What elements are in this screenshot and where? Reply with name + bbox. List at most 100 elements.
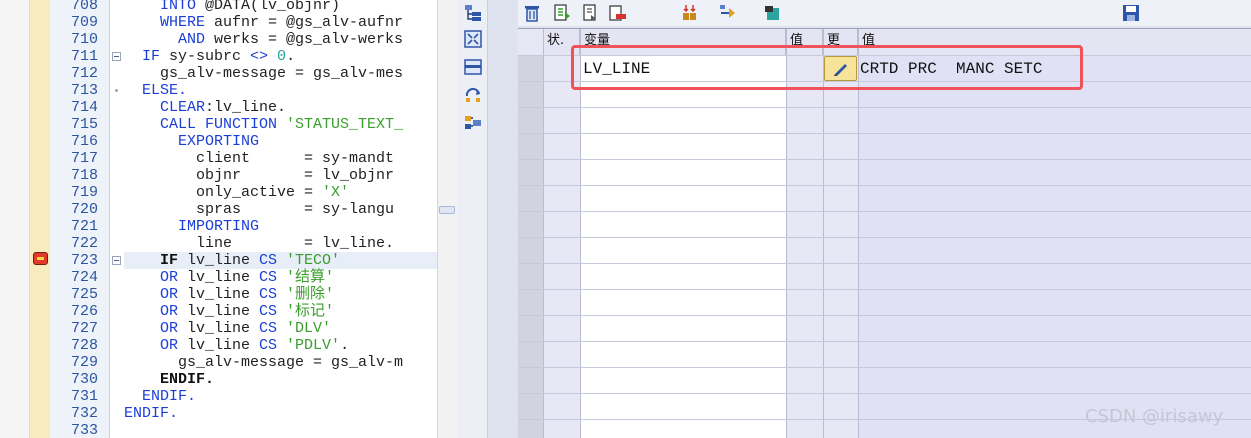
code-token: INTO <box>124 0 206 14</box>
code-token: lv_line <box>187 286 260 303</box>
code-line[interactable]: objnr = lv_objnr <box>124 167 394 184</box>
code-token: CLEAR <box>124 99 206 116</box>
code-line[interactable]: IF lv_line CS 'TECO' <box>124 252 340 269</box>
grid-row-divider <box>518 341 1251 342</box>
grid-row-divider <box>518 159 1251 160</box>
grid-row-divider <box>518 315 1251 316</box>
code-token: OR <box>124 337 188 354</box>
code-token: @DATA( <box>205 0 260 14</box>
code-line[interactable]: line = lv_line. <box>124 235 394 252</box>
code-token: @gs_alv-werks <box>286 31 404 48</box>
grid-column-divider <box>823 29 824 438</box>
delete-icon[interactable] <box>521 2 543 24</box>
code-token: WHERE <box>124 14 215 31</box>
grid-row-divider <box>518 133 1251 134</box>
line-number: 708 <box>70 0 98 14</box>
code-line[interactable]: IF sy-subrc <> 0. <box>124 48 295 65</box>
code-line[interactable]: gs_alv-message = gs_alv-mes <box>124 65 403 82</box>
code-line[interactable]: client = sy-mandt <box>124 150 394 167</box>
fit-screen-icon[interactable] <box>462 28 484 50</box>
code-token: OR <box>124 269 188 286</box>
code-line[interactable]: CLEAR:lv_line. <box>124 99 286 116</box>
line-number: 712 <box>70 65 98 82</box>
code-line[interactable]: gs_alv-message = gs_alv-m <box>124 354 403 371</box>
code-line[interactable]: ENDIF. <box>124 371 214 388</box>
line-number: 723 <box>70 252 98 269</box>
breakpoint-gutter[interactable] <box>0 0 30 438</box>
code-line[interactable]: spras = sy-langu <box>124 201 394 218</box>
code-text-area[interactable]: INTO @DATA(lv_objnr) WHERE aufnr = @gs_a… <box>124 0 437 438</box>
navigate-icon[interactable] <box>718 2 740 24</box>
delete-row-icon[interactable] <box>580 2 602 24</box>
export-icon[interactable] <box>551 2 573 24</box>
print-icon[interactable] <box>762 2 784 24</box>
code-token: '标记' <box>286 303 335 320</box>
refresh-icon[interactable] <box>462 84 484 106</box>
tree-expand-icon[interactable] <box>462 2 484 24</box>
grid-row-divider <box>518 237 1251 238</box>
code-token: CS <box>259 320 287 337</box>
code-token: ELSE. <box>124 82 188 99</box>
code-token: 'DLV' <box>286 320 332 337</box>
line-number: 719 <box>70 184 98 201</box>
code-token: OR <box>124 303 188 320</box>
code-line[interactable]: ENDIF. <box>124 405 178 422</box>
code-token: objnr = lv_objnr <box>124 167 395 184</box>
code-line[interactable]: CALL FUNCTION 'STATUS_TEXT_ <box>124 116 403 133</box>
watermark-text: CSDN @irisawy <box>1085 406 1224 427</box>
change-layout-icon[interactable] <box>681 2 703 24</box>
code-line[interactable]: OR lv_line CS 'PDLV'. <box>124 337 349 354</box>
code-line[interactable]: IMPORTING <box>124 218 259 235</box>
splitter-handle[interactable] <box>439 206 455 214</box>
fold-toggle-icon[interactable] <box>112 52 121 61</box>
code-token: CS <box>259 303 287 320</box>
code-token: 'STATUS_TEXT_ <box>286 116 404 133</box>
abap-code-editor[interactable]: 708 709 710 711 712 713 714 715 716 717 718 719 720 7… <box>0 0 458 438</box>
line-number: 711 <box>70 48 98 65</box>
annotation-highlight-box <box>571 45 1083 90</box>
variable-toolbar <box>518 0 1251 26</box>
code-token: lv_objnr <box>259 0 332 14</box>
code-line[interactable]: INTO @DATA(lv_objnr) <box>124 0 340 14</box>
code-token: lv_line <box>187 320 260 337</box>
code-line[interactable]: ELSE. <box>124 82 187 99</box>
code-line[interactable]: OR lv_line CS '标记' <box>124 303 334 320</box>
line-number: 729 <box>70 354 98 371</box>
grid-column-divider <box>786 29 787 438</box>
code-token: client = sy-mandt <box>124 150 395 167</box>
code-line[interactable]: ENDIF. <box>124 388 196 405</box>
code-token: . <box>286 48 296 65</box>
code-token: lv_line <box>187 303 260 320</box>
code-token: line = lv_line. <box>124 235 395 252</box>
remove-icon[interactable] <box>606 2 628 24</box>
grid-row-divider <box>518 107 1251 108</box>
grid-row-divider <box>518 289 1251 290</box>
structure-icon[interactable] <box>462 112 484 134</box>
code-line[interactable]: OR lv_line CS 'DLV' <box>124 320 331 337</box>
code-line[interactable]: only_active = 'X' <box>124 184 349 201</box>
layout-icon[interactable] <box>462 56 484 78</box>
code-token: IMPORTING <box>124 218 260 235</box>
line-number: 728 <box>70 337 98 354</box>
save-icon[interactable] <box>1120 2 1142 24</box>
code-line[interactable]: EXPORTING <box>124 133 259 150</box>
line-number: 724 <box>70 269 98 286</box>
code-token: AND <box>124 31 215 48</box>
grid-row-divider <box>518 367 1251 368</box>
code-line[interactable]: AND werks = @gs_alv-werks <box>124 31 403 48</box>
code-line[interactable]: WHERE aufnr = @gs_alv-aufnr <box>124 14 403 31</box>
code-line[interactable]: OR lv_line CS '删除' <box>124 286 334 303</box>
grid-column-divider <box>580 29 581 438</box>
line-number: 718 <box>70 167 98 184</box>
grid-column-divider <box>543 29 544 438</box>
code-token: 'X' <box>322 184 350 201</box>
code-token: lv_line <box>187 269 260 286</box>
code-line[interactable]: OR lv_line CS '结算' <box>124 269 334 286</box>
fold-toggle-icon[interactable] <box>112 256 121 265</box>
row-selector-column[interactable] <box>518 55 543 438</box>
breakpoint-icon[interactable] <box>33 252 48 265</box>
code-token: lv_line <box>187 252 260 269</box>
line-number: 713 <box>70 82 98 99</box>
code-token: '结算' <box>286 269 335 286</box>
code-token: gs_alv-message = gs_alv-mes <box>124 65 404 82</box>
